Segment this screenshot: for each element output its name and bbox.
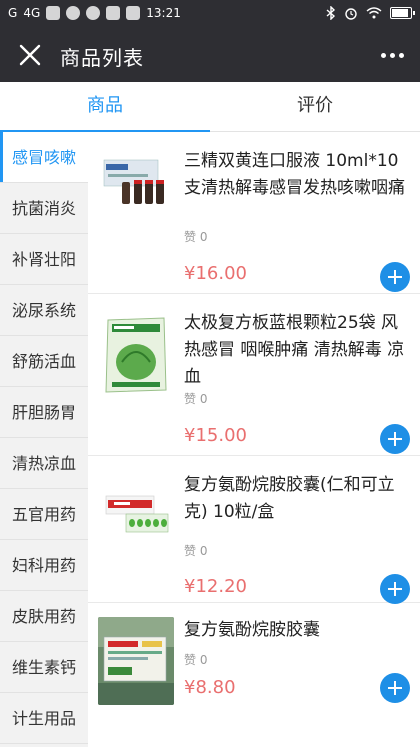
- network-type: 4G: [23, 6, 41, 20]
- product-image: [98, 617, 174, 705]
- sidebar-item-blood-circulation[interactable]: 舒筋活血: [0, 336, 88, 387]
- sidebar-item-vitamins[interactable]: 维生素钙: [0, 642, 88, 693]
- carrier-signal: G: [8, 6, 18, 20]
- tab-reviews[interactable]: 评价: [210, 82, 420, 131]
- product-price: ¥16.00: [184, 263, 247, 284]
- close-icon[interactable]: [16, 41, 44, 69]
- product-likes: 赞 0: [184, 653, 208, 667]
- more-dots-icon[interactable]: [376, 42, 408, 68]
- product-likes: 赞 0: [184, 544, 208, 558]
- sidebar-item-liver-stomach[interactable]: 肝胆肠胃: [0, 387, 88, 438]
- product-item[interactable]: 三精双黄连口服液 10ml*10支清热解毒感冒发热咳嗽咽痛 赞 0 ¥16.00: [88, 132, 420, 294]
- wifi-icon: [366, 7, 382, 19]
- sidebar-item-antibacterial[interactable]: 抗菌消炎: [0, 183, 88, 234]
- product-image: [100, 314, 172, 394]
- status-right: [326, 6, 415, 20]
- notification-icon: [46, 6, 61, 20]
- product-likes: 赞 0: [184, 392, 208, 406]
- product-image: [100, 152, 172, 232]
- product-price: ¥8.80: [184, 677, 236, 698]
- alert-icon: [126, 6, 141, 20]
- product-name[interactable]: 复方氨酚烷胺胶囊: [184, 617, 410, 644]
- sidebar-item-cold-cough[interactable]: 感冒咳嗽: [0, 132, 88, 183]
- chat-icon: [86, 6, 101, 20]
- product-likes: 赞 0: [184, 230, 208, 244]
- battery-icon: [390, 7, 415, 19]
- add-to-cart-button[interactable]: [380, 574, 410, 604]
- product-price: ¥12.20: [184, 576, 247, 597]
- page-title: 商品列表: [60, 46, 144, 70]
- product-item[interactable]: 复方氨酚烷胺胶囊 赞 0 ¥8.80: [88, 603, 420, 747]
- product-name[interactable]: 复方氨酚烷胺胶囊(仁和可立克) 10粒/盒: [184, 472, 410, 526]
- sidebar-item-skin[interactable]: 皮肤用药: [0, 591, 88, 642]
- tab-bar: 商品 评价: [0, 82, 420, 132]
- product-name[interactable]: 三精双黄连口服液 10ml*10支清热解毒感冒发热咳嗽咽痛: [184, 148, 410, 202]
- tab-products[interactable]: 商品: [0, 82, 210, 132]
- category-sidebar: 感冒咳嗽 抗菌消炎 补肾壮阳 泌尿系统 舒筋活血 肝胆肠胃 清热凉血 五官用药 …: [0, 132, 88, 747]
- product-name[interactable]: 太极复方板蓝根颗粒25袋 风热感冒 咽喉肿痛 清热解毒 凉血: [184, 310, 410, 391]
- status-bar: G 4G 13:21: [0, 0, 420, 28]
- add-to-cart-button[interactable]: [380, 424, 410, 454]
- product-item[interactable]: 太极复方板蓝根颗粒25袋 风热感冒 咽喉肿痛 清热解毒 凉血 赞 0 ¥15.0…: [88, 294, 420, 456]
- alarm-icon: [345, 8, 357, 20]
- message-icon: [66, 6, 81, 20]
- app-icon: [106, 6, 121, 20]
- sidebar-item-ent[interactable]: 五官用药: [0, 489, 88, 540]
- sidebar-item-gynecology[interactable]: 妇科用药: [0, 540, 88, 591]
- sidebar-item-heat-clearing[interactable]: 清热凉血: [0, 438, 88, 489]
- product-list: 三精双黄连口服液 10ml*10支清热解毒感冒发热咳嗽咽痛 赞 0 ¥16.00…: [88, 132, 420, 747]
- sidebar-item-family-planning[interactable]: 计生用品: [0, 693, 88, 744]
- add-to-cart-button[interactable]: [380, 262, 410, 292]
- product-item[interactable]: 复方氨酚烷胺胶囊(仁和可立克) 10粒/盒 赞 0 ¥12.20: [88, 456, 420, 604]
- add-to-cart-button[interactable]: [380, 673, 410, 703]
- product-price: ¥15.00: [184, 425, 247, 446]
- product-image: [100, 476, 172, 556]
- nav-bar: 商品列表: [0, 28, 420, 82]
- sidebar-item-kidney[interactable]: 补肾壮阳: [0, 234, 88, 285]
- status-time: 13:21: [146, 6, 181, 20]
- status-left: G 4G 13:21: [8, 6, 181, 20]
- sidebar-item-urinary[interactable]: 泌尿系统: [0, 285, 88, 336]
- bluetooth-icon: [326, 6, 336, 20]
